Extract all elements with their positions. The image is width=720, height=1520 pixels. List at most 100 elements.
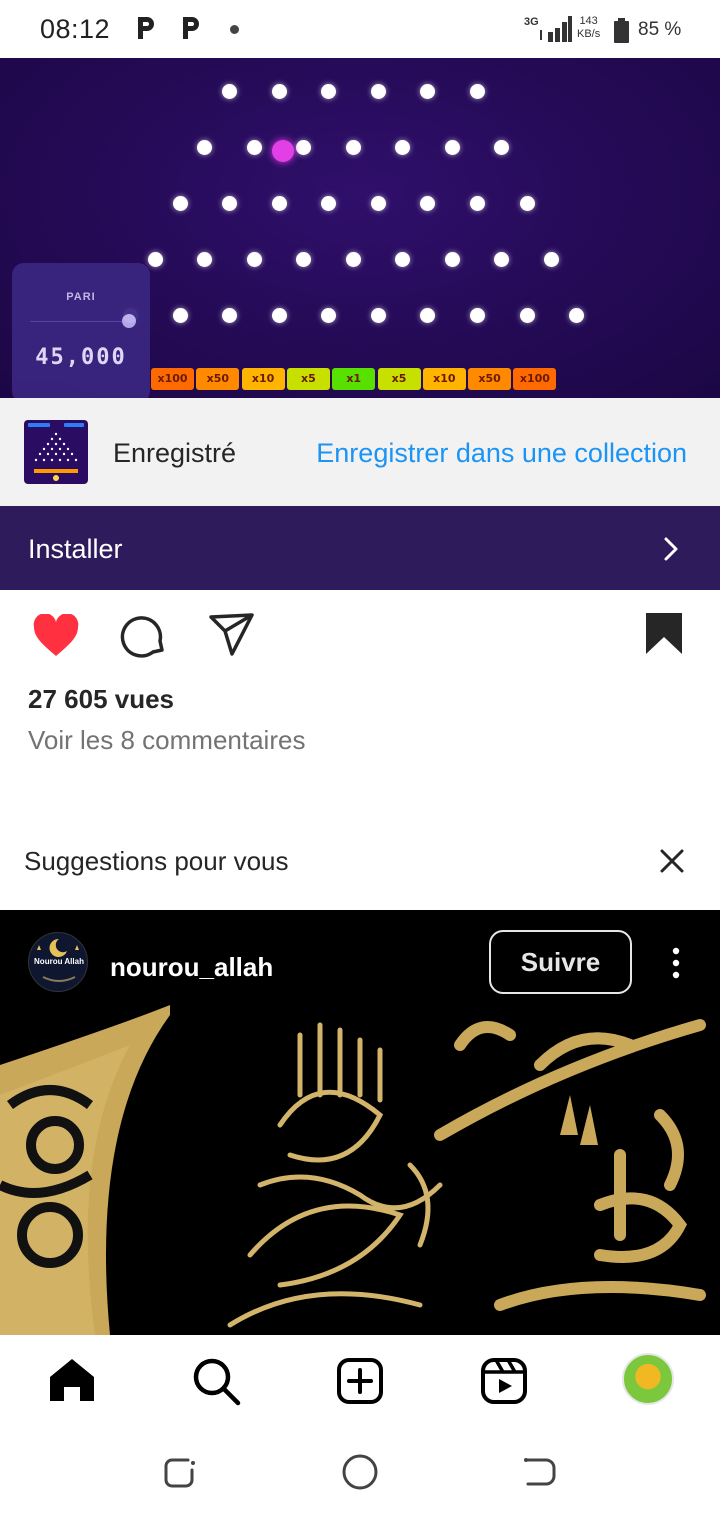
peg xyxy=(470,84,485,99)
peg xyxy=(420,84,435,99)
peg xyxy=(321,196,336,211)
peg xyxy=(247,140,262,155)
peg xyxy=(272,84,287,99)
avatar[interactable]: Nourou Allah xyxy=(28,932,88,992)
status-bar: 08:12 3G 143 KB/s 85 % xyxy=(0,0,720,58)
battery-icon xyxy=(614,18,629,43)
profile-avatar[interactable] xyxy=(622,1353,674,1405)
peg xyxy=(296,252,311,267)
bet-panel: PARI 45,000 xyxy=(12,263,150,398)
peg xyxy=(569,308,584,323)
thumbnail-pegs-icon xyxy=(28,423,84,481)
peg xyxy=(395,252,410,267)
bookmark-icon[interactable] xyxy=(645,612,683,656)
multiplier-slot: x1 xyxy=(332,368,376,390)
multiplier-slot: x50 xyxy=(468,368,512,390)
system-nav xyxy=(0,1430,720,1520)
status-time: 08:12 xyxy=(40,14,111,44)
peg xyxy=(222,308,237,323)
peg xyxy=(148,252,163,267)
back-icon[interactable] xyxy=(520,1452,560,1492)
battery-percent: 85 % xyxy=(638,19,682,40)
peg xyxy=(395,140,410,155)
multiplier-slot: x5 xyxy=(286,368,330,390)
peg xyxy=(371,308,386,323)
multiplier-slot: x5 xyxy=(377,368,421,390)
peg xyxy=(222,196,237,211)
p-notification-icon xyxy=(183,17,199,39)
comment-icon[interactable] xyxy=(120,612,168,660)
peg xyxy=(371,84,386,99)
reels-icon[interactable] xyxy=(478,1355,530,1407)
install-label: Installer xyxy=(28,534,123,564)
peg xyxy=(520,308,535,323)
peg xyxy=(544,252,559,267)
peg xyxy=(247,252,262,267)
peg xyxy=(371,196,386,211)
peg xyxy=(346,140,361,155)
peg xyxy=(520,196,535,211)
view-count: 27 605 vues xyxy=(28,684,175,714)
close-icon[interactable] xyxy=(660,849,684,873)
peg xyxy=(445,140,460,155)
peg xyxy=(222,84,237,99)
speed-value: 143 xyxy=(579,15,598,27)
home-icon[interactable] xyxy=(46,1355,98,1407)
saved-thumbnail xyxy=(24,420,88,484)
peg xyxy=(420,308,435,323)
multiplier-slot: x10 xyxy=(422,368,466,390)
bottom-nav xyxy=(0,1335,720,1430)
game-ball xyxy=(272,140,294,162)
avatar-label: Nourou Allah xyxy=(34,957,84,966)
network-type: 3G xyxy=(524,16,539,28)
more-options-icon[interactable] xyxy=(670,946,682,980)
peg xyxy=(321,84,336,99)
bet-slider-knob xyxy=(122,314,136,328)
dot-icon xyxy=(230,25,239,34)
signal-icon xyxy=(540,16,572,42)
multiplier-slot: x10 xyxy=(241,368,285,390)
home-circle-icon[interactable] xyxy=(340,1452,380,1492)
speed-unit: KB/s xyxy=(577,28,601,40)
peg xyxy=(272,196,287,211)
post-username[interactable]: nourou_allah xyxy=(110,952,273,983)
bet-value: 45,000 xyxy=(35,345,127,370)
ad-media[interactable]: PARI 45,000 x100 x50 x10 x5 x1 x5 x10 x50 x100 xyxy=(0,58,720,398)
suggestions-title: Suggestions pour vous xyxy=(24,846,289,876)
peg xyxy=(173,196,188,211)
suggested-post: Nourou Allah nourou_allah Suivre xyxy=(0,910,720,1335)
peg xyxy=(470,308,485,323)
bet-label: PARI xyxy=(66,291,96,303)
peg xyxy=(445,252,460,267)
recents-icon[interactable] xyxy=(160,1452,200,1492)
view-comments-link[interactable]: Voir les 8 commentaires xyxy=(28,725,305,756)
peg xyxy=(296,140,311,155)
multiplier-slot: x100 xyxy=(151,368,194,390)
calligraphy-image[interactable] xyxy=(0,1005,720,1335)
peg xyxy=(321,308,336,323)
saved-bar: Enregistré Enregistrer dans une collecti… xyxy=(0,398,720,506)
create-icon[interactable] xyxy=(334,1355,386,1407)
peg xyxy=(494,252,509,267)
peg xyxy=(197,252,212,267)
network-speed: 143 KB/s xyxy=(577,15,600,41)
peg xyxy=(272,308,287,323)
saved-status: Enregistré xyxy=(113,438,237,468)
peg xyxy=(173,308,188,323)
peg xyxy=(494,140,509,155)
multiplier-slot: x100 xyxy=(513,368,557,390)
peg xyxy=(470,196,485,211)
p-notification-icon xyxy=(138,17,154,39)
search-icon[interactable] xyxy=(190,1355,242,1407)
multiplier-slot: x50 xyxy=(196,368,240,390)
install-cta[interactable]: Installer xyxy=(0,506,720,590)
save-to-collection-link[interactable]: Enregistrer dans une collection xyxy=(316,438,687,469)
peg xyxy=(197,140,212,155)
share-icon[interactable] xyxy=(208,612,256,658)
peg xyxy=(420,196,435,211)
peg xyxy=(346,252,361,267)
heart-icon[interactable] xyxy=(32,614,80,658)
bet-slider-track xyxy=(30,321,130,322)
chevron-right-icon xyxy=(664,537,678,561)
follow-button[interactable]: Suivre xyxy=(489,930,632,994)
